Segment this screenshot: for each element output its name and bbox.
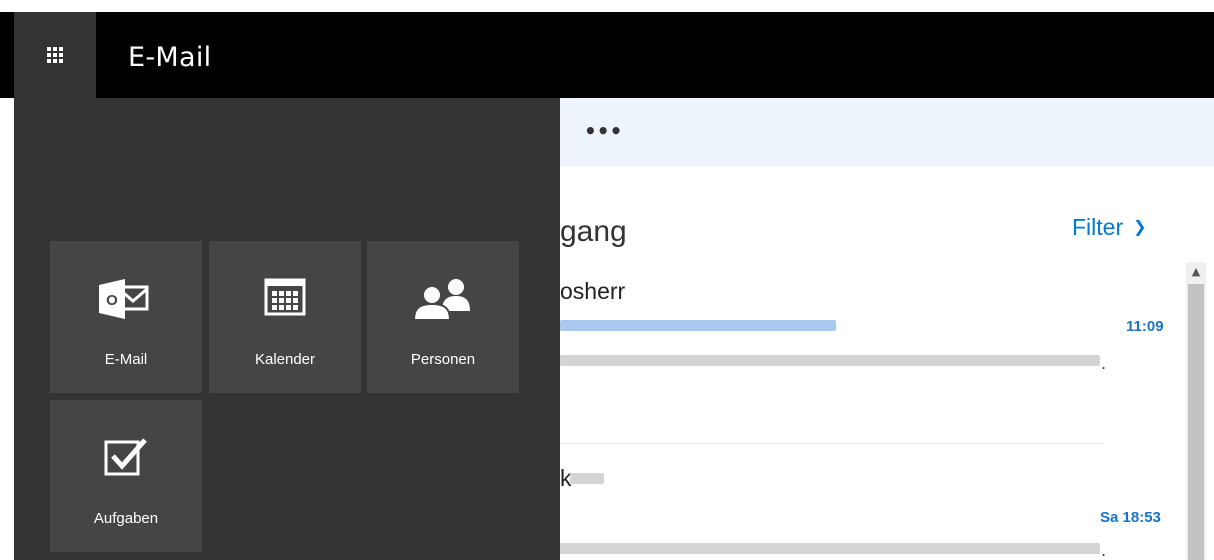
filter-label: Filter (1072, 214, 1124, 240)
tile-email[interactable]: O E-Mail (50, 241, 202, 393)
tile-calendar[interactable]: Kalender (209, 241, 361, 393)
app-title: E-Mail (128, 42, 212, 73)
app-launcher-button[interactable] (14, 12, 96, 98)
message-time: 11:09 (1126, 318, 1164, 335)
waffle-icon (47, 47, 63, 63)
message-list-scrollbar[interactable]: ▲ (1186, 262, 1206, 560)
tile-label: Kalender (254, 351, 316, 368)
preview-ellipsis: . (1101, 354, 1107, 373)
people-icon (367, 277, 519, 321)
window-top-edge (0, 0, 1214, 12)
message-preview-redacted (560, 355, 1100, 366)
scroll-up-arrow-icon[interactable]: ▲ (1186, 262, 1206, 282)
tasks-checkbox-icon (50, 436, 202, 478)
tile-label: Personen (410, 351, 476, 368)
more-actions-button[interactable]: ••• (584, 116, 622, 146)
chevron-down-icon: ❯ (1133, 219, 1147, 236)
command-toolbar: ••• (560, 98, 1214, 166)
filter-button[interactable]: Filter ❯ (1072, 210, 1147, 245)
calendar-icon (209, 277, 361, 317)
message-sender: osherr (560, 278, 626, 304)
tile-label: Aufgaben (93, 510, 159, 527)
svg-text:O: O (106, 292, 118, 309)
tile-tasks[interactable]: Aufgaben (50, 400, 202, 552)
preview-ellipsis: . (1101, 541, 1107, 560)
tile-label: E-Mail (104, 351, 148, 368)
list-divider (560, 443, 1104, 444)
message-subject-redacted (560, 320, 836, 331)
scrollbar-thumb[interactable] (1188, 284, 1204, 560)
message-sender-redacted (570, 473, 604, 484)
app-launcher-panel: O E-Mail Kalender Personen Aufgaben (14, 98, 560, 560)
message-time: Sa 18:53 (1100, 509, 1161, 526)
folder-title: gang (560, 215, 627, 248)
tile-people[interactable]: Personen (367, 241, 519, 393)
message-preview-redacted (560, 543, 1100, 554)
outlook-mail-icon: O (50, 277, 202, 321)
